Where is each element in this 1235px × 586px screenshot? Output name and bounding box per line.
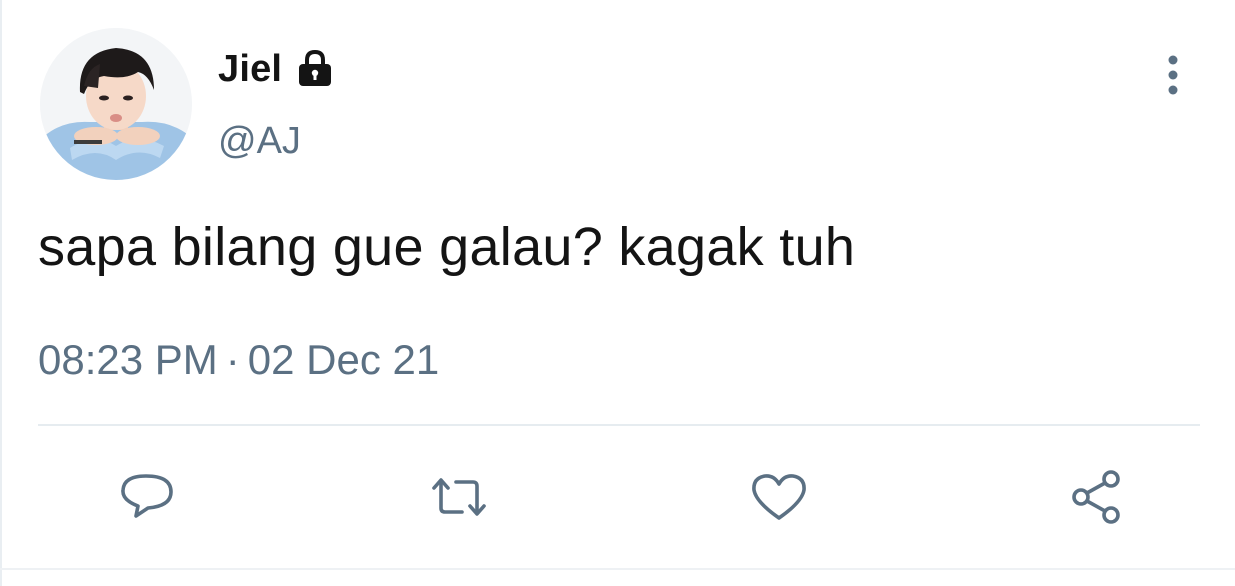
lock-icon: [294, 48, 336, 90]
meta-separator: ·: [225, 336, 240, 383]
retweet-button[interactable]: [428, 466, 490, 528]
tweet-time[interactable]: 08:23 PM: [38, 336, 218, 383]
retweet-icon: [432, 478, 486, 516]
user-handle[interactable]: @AJ: [218, 120, 301, 163]
tweet-timestamp: 08:23 PM · 02 Dec 21: [38, 336, 439, 384]
heart-icon: [752, 474, 806, 520]
tweet-card: Jiel @AJ sapa bilang gue galau? kagak tu…: [0, 0, 1235, 586]
avatar-image: [40, 28, 192, 180]
display-name[interactable]: Jiel: [218, 48, 282, 91]
divider: [38, 424, 1200, 426]
share-icon: [1072, 470, 1120, 524]
more-vertical-icon[interactable]: [1155, 52, 1191, 100]
tweet-text: sapa bilang gue galau? kagak tuh: [38, 217, 856, 277]
share-button[interactable]: [1066, 466, 1128, 528]
bottom-divider: [0, 568, 1235, 570]
author-name-row: Jiel: [218, 44, 336, 94]
reply-button[interactable]: [116, 466, 178, 528]
tweet-date[interactable]: 02 Dec 21: [248, 336, 439, 383]
avatar[interactable]: [40, 28, 192, 180]
reply-icon: [121, 474, 173, 518]
like-button[interactable]: [748, 466, 810, 528]
